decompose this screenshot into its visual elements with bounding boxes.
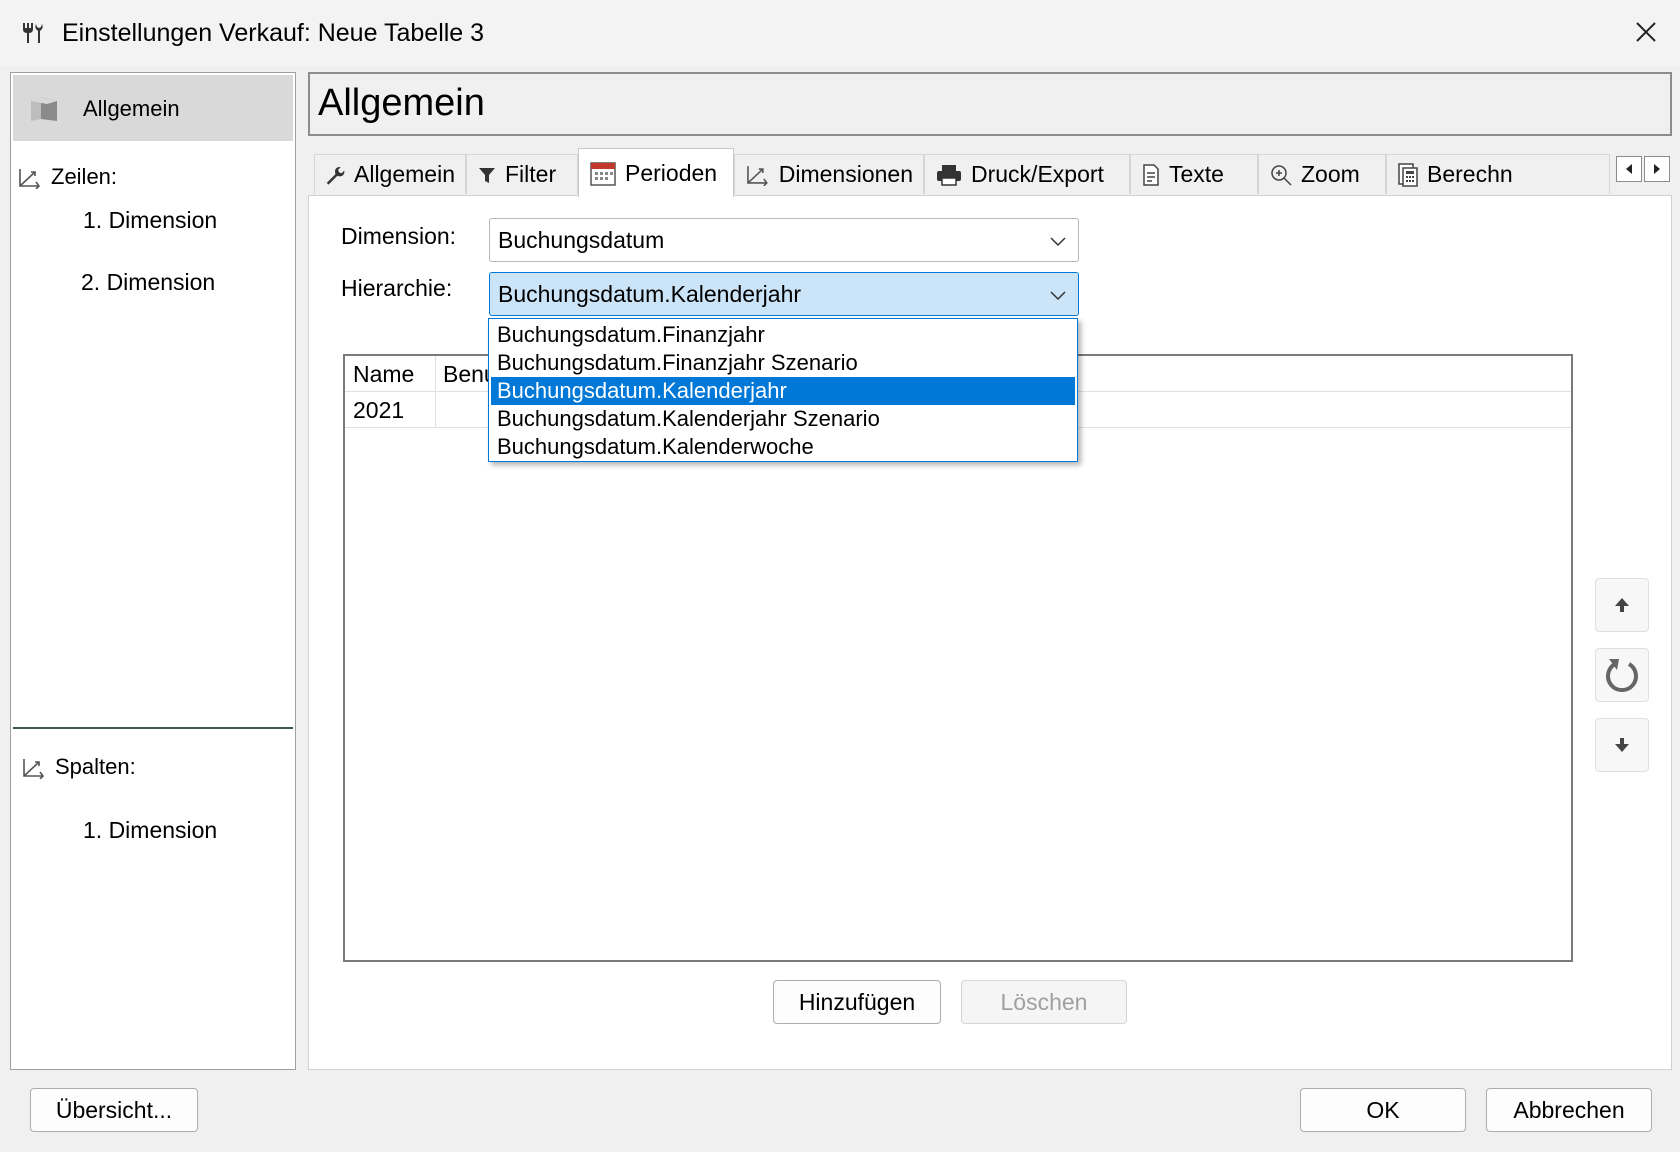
- dropdown-option[interactable]: Buchungsdatum.Kalenderjahr Szenario: [491, 405, 1075, 433]
- wrench-icon: [326, 166, 345, 185]
- arrow-up-icon: [1615, 598, 1629, 612]
- axes-icon: [23, 759, 45, 780]
- close-icon: [1636, 22, 1656, 42]
- hierarchy-select-value: Buchungsdatum.Kalenderjahr: [498, 280, 802, 307]
- sidebar-item-row-dimension-2[interactable]: 2. Dimension: [81, 267, 215, 297]
- rows-label: Zeilen:: [51, 164, 118, 189]
- cube-icon: [27, 93, 65, 123]
- grid-column-header[interactable]: Name: [345, 356, 435, 392]
- content-header: Allgemein: [308, 72, 1672, 136]
- columns-section-heading: Spalten:: [21, 753, 136, 781]
- tab-label: Perioden: [625, 159, 718, 186]
- caret-left-icon: [1626, 164, 1632, 174]
- ok-button[interactable]: OK: [1300, 1088, 1466, 1132]
- calendar-icon: [590, 162, 616, 186]
- axes-icon: [19, 169, 41, 190]
- tab-perioden[interactable]: Perioden: [578, 148, 734, 197]
- tab-dimensionen[interactable]: Dimensionen: [734, 154, 924, 194]
- dimension-select[interactable]: Buchungsdatum: [489, 218, 1079, 262]
- tab-allgemein[interactable]: Allgemein: [314, 154, 466, 194]
- refresh-icon: [1606, 659, 1638, 693]
- sidebar-divider: [13, 727, 293, 729]
- add-button[interactable]: Hinzufügen: [773, 980, 941, 1024]
- sidebar-item-row-dimension-1[interactable]: 1. Dimension: [83, 205, 217, 235]
- axes-icon: [747, 165, 768, 186]
- close-button[interactable]: [1624, 12, 1668, 52]
- zoom-icon: [1271, 164, 1292, 186]
- dropdown-option-selected[interactable]: Buchungsdatum.Kalenderjahr: [491, 377, 1075, 405]
- columns-label: Spalten:: [55, 754, 136, 779]
- hierarchy-label: Hierarchie:: [341, 275, 453, 301]
- calculator-icon: [1398, 162, 1418, 187]
- printer-icon: [937, 164, 961, 186]
- tab-label: Allgemein: [354, 161, 455, 187]
- hierarchy-select[interactable]: Buchungsdatum.Kalenderjahr: [489, 272, 1079, 316]
- document-icon: [1143, 163, 1159, 186]
- tab-scroll-left-button[interactable]: [1616, 156, 1642, 182]
- move-up-button[interactable]: [1595, 578, 1649, 632]
- tab-scroll-right-button[interactable]: [1644, 156, 1670, 182]
- title-bar: Einstellungen Verkauf: Neue Tabelle 3: [0, 0, 1680, 66]
- tab-druck-export[interactable]: Druck/Export: [924, 154, 1130, 194]
- tab-strip: Allgemein Filter Perioden Dimensionen Dr…: [308, 148, 1672, 197]
- tab-label: Druck/Export: [971, 161, 1104, 187]
- tab-filter[interactable]: Filter: [466, 154, 578, 194]
- delete-button[interactable]: Löschen: [961, 980, 1127, 1024]
- sidebar: Allgemein Zeilen: 1. Dimension 2. Dimens…: [10, 72, 296, 1070]
- tab-berechnung[interactable]: Berechn: [1386, 154, 1610, 194]
- window-title: Einstellungen Verkauf: Neue Tabelle 3: [62, 19, 485, 47]
- rows-section-heading: Zeilen:: [17, 163, 117, 191]
- arrow-down-icon: [1615, 738, 1629, 752]
- sidebar-item-column-dimension-1[interactable]: 1. Dimension: [83, 815, 217, 845]
- overview-button[interactable]: Übersicht...: [30, 1088, 198, 1132]
- caret-right-icon: [1654, 164, 1660, 174]
- sidebar-item-label: Allgemein: [83, 96, 180, 121]
- hierarchy-dropdown-list[interactable]: Buchungsdatum.Finanzjahr Buchungsdatum.F…: [488, 318, 1078, 462]
- sidebar-item-allgemein[interactable]: Allgemein: [13, 75, 293, 141]
- move-down-button[interactable]: [1595, 718, 1649, 772]
- dropdown-option[interactable]: Buchungsdatum.Finanzjahr: [491, 321, 1075, 349]
- cancel-button[interactable]: Abbrechen: [1486, 1088, 1652, 1132]
- reset-button[interactable]: [1595, 648, 1649, 702]
- tab-zoom[interactable]: Zoom: [1258, 154, 1386, 194]
- dropdown-option[interactable]: Buchungsdatum.Kalenderwoche: [491, 433, 1075, 461]
- page-title: Allgemein: [318, 82, 485, 124]
- tab-label: Texte: [1169, 161, 1224, 187]
- chevron-down-icon: [1050, 291, 1066, 301]
- filter-icon: [479, 167, 495, 183]
- tab-label: Filter: [505, 161, 557, 187]
- grid-cell[interactable]: 2021: [345, 392, 435, 428]
- chevron-down-icon: [1050, 237, 1066, 247]
- dimension-label: Dimension:: [341, 223, 457, 249]
- dropdown-option[interactable]: Buchungsdatum.Finanzjahr Szenario: [491, 349, 1075, 377]
- settings-tools-icon: [20, 20, 46, 46]
- tab-label: Zoom: [1301, 161, 1360, 187]
- tab-label: Dimensionen: [778, 161, 913, 187]
- tab-label: Berechn: [1427, 161, 1513, 187]
- tab-texte[interactable]: Texte: [1130, 154, 1258, 194]
- dimension-select-value: Buchungsdatum: [498, 226, 665, 253]
